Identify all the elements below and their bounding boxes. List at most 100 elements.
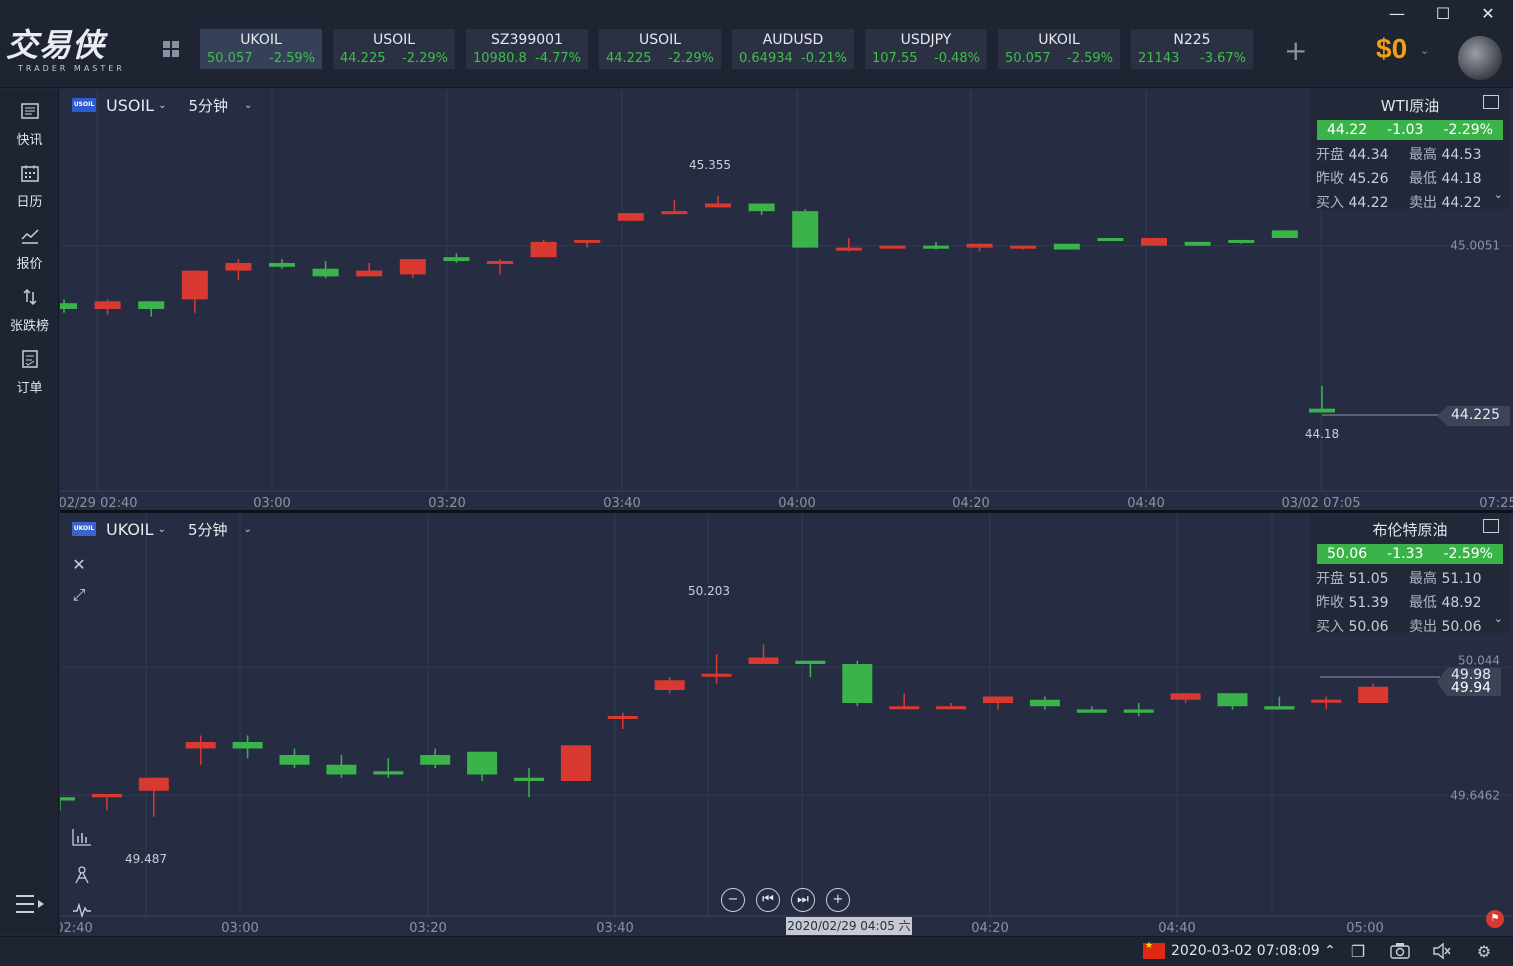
high-marker-label: 45.355: [689, 158, 731, 172]
x-tick-label: 07:25: [1479, 496, 1513, 510]
quote-title: 布伦特原油: [1372, 521, 1448, 539]
ticker-card[interactable]: UKOIL 50.057 -2.59%: [998, 29, 1120, 69]
ticker-card[interactable]: UKOIL 50.057 -2.59%: [200, 29, 322, 69]
ticker-card[interactable]: USDJPY 107.55 -0.48%: [865, 29, 987, 69]
x-tick-label: 05:00: [1346, 921, 1383, 936]
chevron-down-icon[interactable]: ⌄: [158, 100, 166, 111]
chevron-down-icon[interactable]: ⌄: [1494, 188, 1503, 201]
ticker-card[interactable]: USOIL 44.225 -2.29%: [333, 29, 455, 69]
ticker-card[interactable]: SZ399001 10980.8 -4.77%: [466, 29, 588, 69]
zoom-in-button[interactable]: +: [826, 888, 850, 912]
pulse-icon[interactable]: [72, 901, 94, 923]
candle-body: [225, 262, 252, 271]
candle-body: [1141, 238, 1167, 246]
avatar[interactable]: [1458, 36, 1502, 80]
quote-pct: -2.29%: [1443, 122, 1493, 138]
window-icon[interactable]: ❐: [1348, 942, 1368, 962]
x-tick-label: 04:20: [952, 496, 989, 510]
symbol-badge: UKOIL: [72, 522, 96, 536]
china-flag-icon[interactable]: [1143, 941, 1165, 959]
candle-body: [1097, 238, 1124, 242]
scroll-start-button[interactable]: ⏮: [756, 888, 780, 912]
maximize-button[interactable]: ☐: [1428, 4, 1458, 23]
candle-body: [1264, 706, 1295, 710]
quote-price-bar: 44.22 -1.03 -2.29%: [1317, 120, 1503, 140]
ticker-card[interactable]: N225 21143 -3.67%: [1131, 29, 1253, 69]
candlestick-chart-bottom[interactable]: 02:40 03:00 03:20 03:40 04:20 04:40 05:00 50.04…: [60, 513, 1513, 936]
sidebar-item-label: 报价: [16, 257, 43, 272]
symbol-selector[interactable]: USOIL: [106, 96, 154, 115]
x-tick-label: 04:40: [1158, 921, 1195, 936]
candle-body: [1311, 699, 1342, 703]
news-icon: [20, 103, 39, 119]
sidebar-item-quotes[interactable]: 报价: [0, 225, 59, 272]
alert-icon[interactable]: ⚑: [1486, 910, 1504, 928]
candle-body: [185, 742, 216, 749]
indicator-icon[interactable]: [72, 828, 94, 850]
ticker-card[interactable]: USOIL 44.225 -2.29%: [599, 29, 721, 69]
sidebar-item-label: 日历: [16, 195, 43, 210]
candle-body: [574, 239, 601, 243]
sidebar-item-orders[interactable]: 订单: [0, 349, 59, 396]
gear-icon[interactable]: ⚙: [1474, 942, 1494, 962]
sidebar-item-news[interactable]: 快讯: [0, 101, 59, 148]
candle-body: [60, 303, 77, 309]
calendar-icon: [20, 165, 39, 182]
candle-body: [607, 716, 638, 719]
candlestick-chart-top[interactable]: 02/29 02:40 03:00 03:20 03:40 04:00 04:20 04:4…: [60, 89, 1513, 510]
drawing-tool-icon[interactable]: [72, 865, 94, 887]
mute-icon[interactable]: [1432, 942, 1452, 962]
period-selector[interactable]: 5分钟: [188, 95, 228, 116]
sidebar-item-calendar[interactable]: 日历: [0, 163, 59, 210]
symbol-selector[interactable]: UKOIL: [106, 520, 154, 539]
period-selector[interactable]: 5分钟: [188, 519, 228, 540]
quote-last: 44.22: [1327, 122, 1368, 138]
chevron-down-icon[interactable]: ⌄: [158, 524, 166, 535]
chevron-down-icon[interactable]: ⌄: [1420, 44, 1429, 57]
high-label: 最高: [1409, 571, 1437, 587]
menu-icon[interactable]: [14, 892, 46, 916]
candle-body: [1123, 709, 1154, 713]
ticker-card[interactable]: AUDUSD 0.64934 -0.21%: [732, 29, 854, 69]
expand-icon[interactable]: ⤢: [68, 585, 90, 607]
y-tick-label: 45.0051: [1450, 239, 1500, 253]
account-balance[interactable]: $0: [1376, 33, 1407, 65]
candle-body: [560, 745, 591, 781]
high-marker-label: 50.203: [688, 584, 730, 598]
x-tick-label: 03:20: [428, 496, 465, 510]
ticker-price: 0.64934: [739, 51, 793, 66]
add-ticker-button[interactable]: +: [1284, 34, 1307, 67]
candle-body: [1184, 241, 1211, 246]
zoom-out-button[interactable]: −: [721, 888, 745, 912]
camera-icon[interactable]: [1390, 942, 1410, 962]
close-button[interactable]: ✕: [1473, 4, 1503, 23]
candle-body: [792, 211, 819, 248]
status-datetime[interactable]: 2020-03-02 07:08:09 ⌃: [1171, 943, 1336, 959]
app-grid-icon[interactable]: [162, 40, 180, 58]
chevron-down-icon[interactable]: ⌄: [1494, 612, 1503, 625]
x-tick-label: 02/29 02:40: [60, 496, 138, 510]
candle-body: [879, 245, 906, 249]
candle-body: [1309, 408, 1335, 413]
ticker-price: 10980.8: [473, 51, 527, 66]
candle-body: [1010, 245, 1037, 249]
chevron-down-icon[interactable]: ⌄: [244, 100, 252, 111]
scroll-end-button[interactable]: ⏭: [791, 888, 815, 912]
ticker-change: -0.21%: [801, 51, 847, 66]
chart-panel-top[interactable]: 02/29 02:40 03:00 03:20 03:40 04:00 04:20 04:4…: [60, 89, 1513, 510]
panel-toggle-icon[interactable]: [1483, 95, 1499, 109]
low-value: 44.18: [1441, 171, 1482, 187]
sidebar-item-movers[interactable]: 张跌榜: [0, 287, 59, 334]
candle-body: [60, 797, 75, 801]
open-value: 51.05: [1348, 571, 1389, 587]
candle-body: [279, 755, 310, 765]
minimize-button[interactable]: —: [1382, 4, 1412, 23]
bid-value: 44.22: [1348, 195, 1389, 211]
candle-body: [399, 259, 426, 275]
open-label: 开盘: [1316, 147, 1344, 163]
panel-toggle-icon[interactable]: [1483, 519, 1499, 533]
chevron-down-icon[interactable]: ⌄: [244, 524, 252, 535]
candle-body: [1271, 230, 1298, 239]
chart-panel-bottom[interactable]: 02:40 03:00 03:20 03:40 04:20 04:40 05:00 50.04…: [60, 513, 1513, 936]
close-icon[interactable]: ✕: [68, 555, 90, 577]
